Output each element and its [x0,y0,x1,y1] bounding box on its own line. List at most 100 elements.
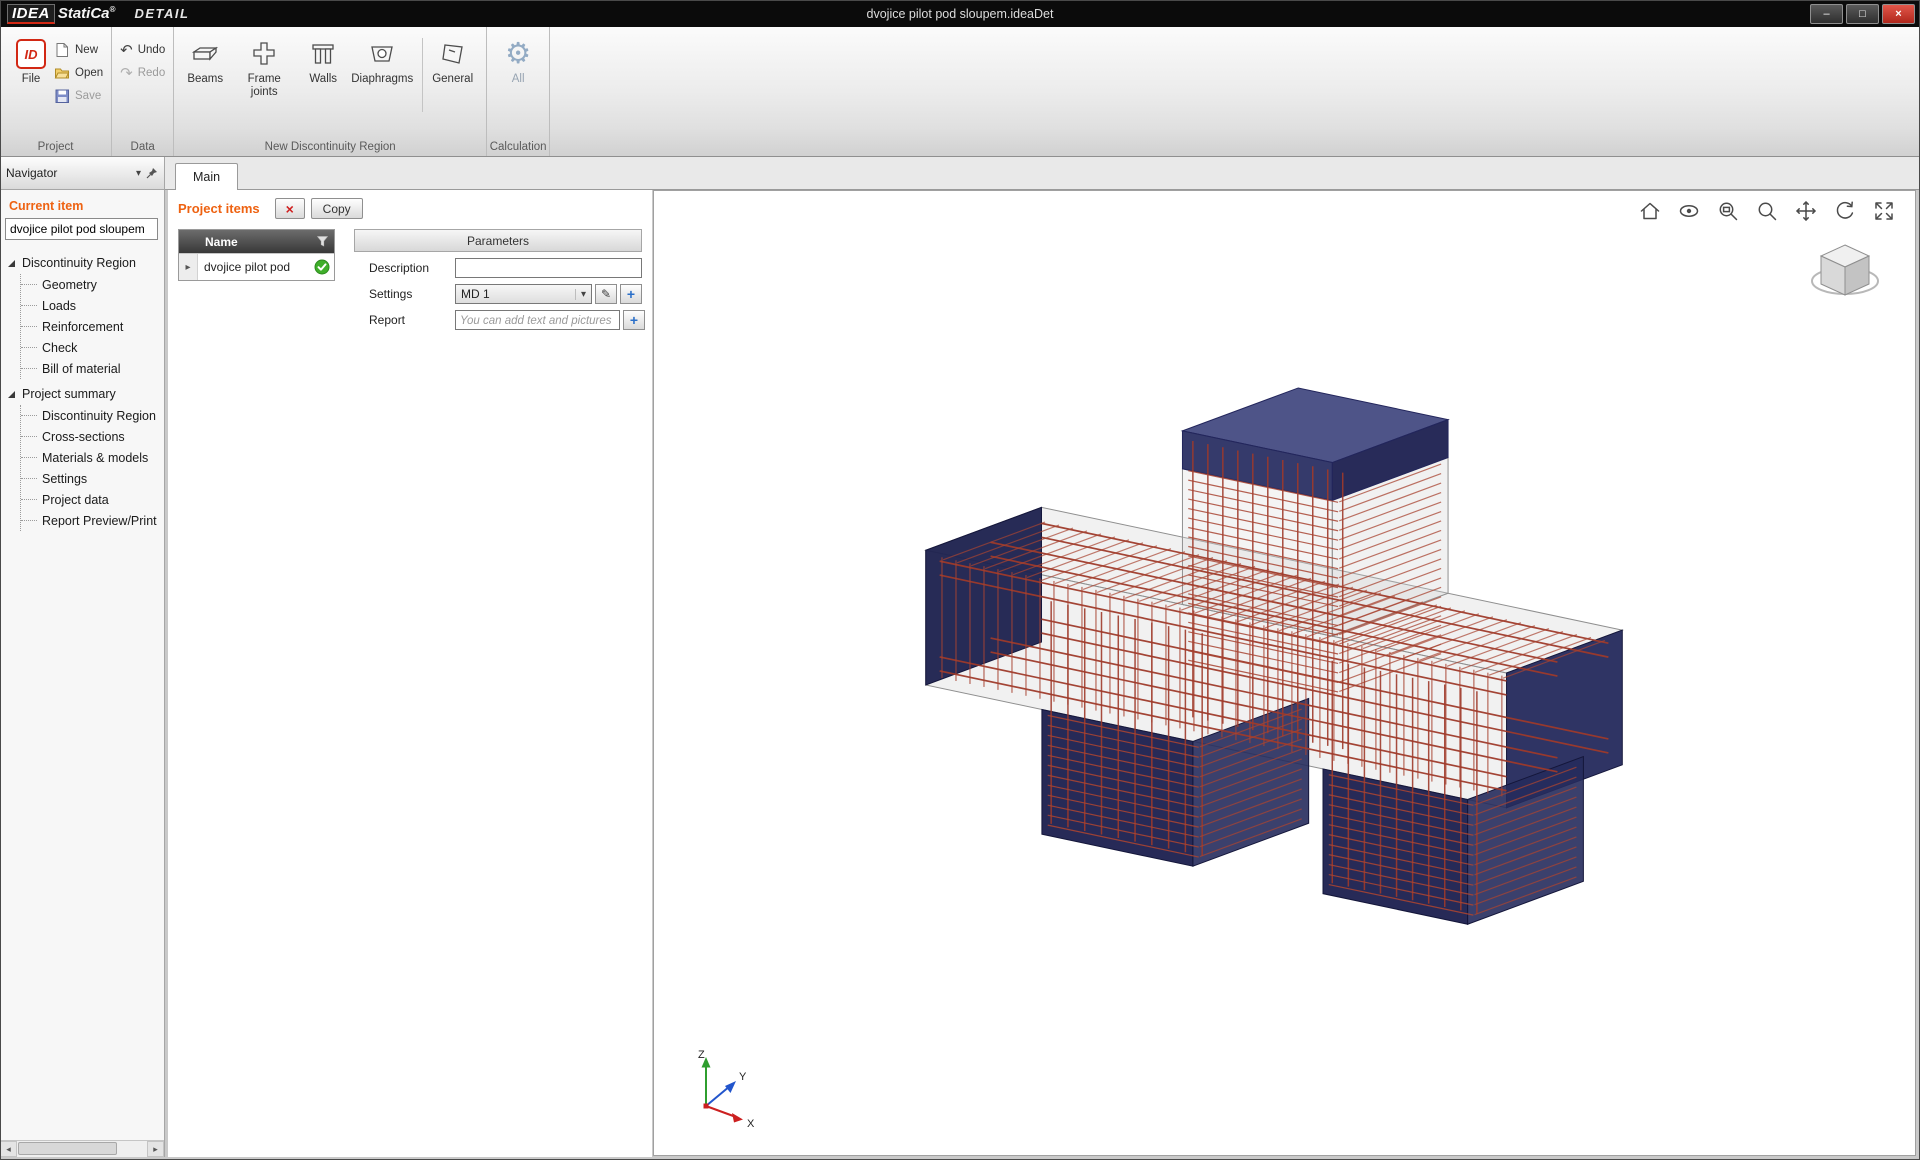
tree-node-label: Report Preview/Print [42,514,157,528]
tree-children: Geometry Loads Reinforcement Check Bill … [20,274,162,379]
settings-dropdown[interactable]: MD 1 ▾ [455,284,592,304]
axis-x-label: X [747,1118,755,1130]
description-row: Description [354,258,642,278]
general-button[interactable]: General [427,32,478,88]
tree-node-report-preview-print[interactable]: Report Preview/Print [21,510,162,531]
navigator-header: Navigator ▾ [0,157,165,190]
beams-button-label: Beams [187,73,223,86]
scroll-left-icon[interactable]: ◂ [0,1141,17,1157]
add-settings-button[interactable]: + [620,284,642,304]
tree-node-check[interactable]: Check [21,337,162,358]
frame-joints-button[interactable]: Frame joints [228,32,300,101]
delete-item-button[interactable]: × [275,198,305,219]
tree-node-loads[interactable]: Loads [21,295,162,316]
scrollbar-track[interactable] [17,1141,147,1157]
row-expander-icon[interactable]: ▸ [179,254,198,280]
group-label-new-discontinuity-region: New Discontinuity Region [174,141,486,153]
open-folder-icon [54,65,70,81]
walls-button-label: Walls [309,73,337,86]
tab-main[interactable]: Main [175,163,238,190]
copy-item-button[interactable]: Copy [311,198,363,219]
viewport-3d[interactable]: Z Y X [653,190,1916,1156]
fullscreen-button[interactable] [1871,198,1897,224]
pin-icon[interactable] [146,167,158,179]
maximize-button[interactable]: □ [1846,4,1879,24]
tree-node-label: Reinforcement [42,320,123,334]
tree-node-discontinuity-region-summary[interactable]: Discontinuity Region [21,405,162,426]
group-inner-divider [422,38,423,112]
table-header-row[interactable]: Name [179,230,334,253]
ribbon: ID File New Open Save Project ↶ Undo [0,27,1920,157]
group-label-data: Data [112,141,173,153]
tree-node-project-summary[interactable]: Project summary [8,383,162,405]
tree-node-materials-models[interactable]: Materials & models [21,447,162,468]
diaphragms-button[interactable]: Diaphragms [346,32,418,88]
zoom-window-button[interactable] [1715,198,1741,224]
save-button[interactable]: Save [54,88,103,104]
new-button[interactable]: New [54,42,103,58]
open-button[interactable]: Open [54,65,103,81]
zoom-button[interactable] [1754,198,1780,224]
rotate-arrow-icon [1833,199,1857,223]
navigation-cube-icon [1807,237,1883,309]
frame-joints-button-label: Frame joints [233,73,295,99]
general-button-label: General [432,73,473,86]
scrollbar-thumb[interactable] [18,1142,117,1155]
report-input[interactable] [455,310,620,330]
tree-node-label: Project data [42,493,109,507]
eye-icon [1677,199,1701,223]
beams-button[interactable]: Beams [182,32,228,88]
walls-button[interactable]: Walls [300,32,346,88]
expanded-icon[interactable] [8,260,15,267]
add-report-button[interactable]: + [623,310,645,330]
home-icon [1638,199,1662,223]
settings-selected-value: MD 1 [461,287,490,301]
statica-text: StatiCa [58,5,110,22]
tree-node-settings[interactable]: Settings [21,468,162,489]
pan-arrows-icon [1794,199,1818,223]
redo-button[interactable]: ↷ Redo [120,65,165,81]
navigator-horizontal-scrollbar[interactable]: ◂ ▸ [0,1140,164,1157]
expanded-icon[interactable] [8,391,15,398]
pan-button[interactable] [1793,198,1819,224]
name-column-header: Name [205,235,238,249]
file-icon-text: ID [25,47,38,62]
view-orbit-button[interactable] [1676,198,1702,224]
tree-node-label: Materials & models [42,451,148,465]
tree-node-project-data[interactable]: Project data [21,489,162,510]
parameters-panel: Parameters Description Settings MD 1 ▾ ✎… [354,229,642,330]
tree-node-label: Bill of material [42,362,121,376]
navigator-panel: Current item Discontinuity Region Geomet… [0,190,165,1157]
close-button[interactable]: × [1882,4,1915,24]
ribbon-group-project: ID File New Open Save Project [0,27,112,156]
edit-settings-button[interactable]: ✎ [595,284,617,304]
item-name-cell: dvojice pilot pod [198,260,310,274]
tree-node-bill-of-material[interactable]: Bill of material [21,358,162,379]
description-input[interactable] [455,258,642,278]
redo-button-label: Redo [138,67,166,79]
home-view-button[interactable] [1637,198,1663,224]
calculate-all-button[interactable]: ⚙ All [495,32,541,88]
filter-funnel-icon[interactable] [317,236,328,247]
tree-node-discontinuity-region[interactable]: Discontinuity Region [8,252,162,274]
report-row: Report + [354,310,642,330]
titlebar: IDEA StatiCa® DETAIL dvojice pilot pod s… [0,0,1920,27]
tree-node-reinforcement[interactable]: Reinforcement [21,316,162,337]
tree-node-label: Project summary [22,387,116,401]
table-row[interactable]: ▸ dvojice pilot pod [179,253,334,280]
undo-button[interactable]: ↶ Undo [120,42,165,58]
tree-node-cross-sections[interactable]: Cross-sections [21,426,162,447]
tree-node-label: Discontinuity Region [22,256,136,270]
walls-icon [307,39,339,69]
navigation-cube[interactable] [1807,237,1883,312]
tree-node-label: Geometry [42,278,97,292]
navigator-dropdown-icon[interactable]: ▾ [136,168,141,179]
fullscreen-expand-icon [1872,199,1896,223]
minimize-button[interactable]: – [1810,4,1843,24]
rotate-view-button[interactable] [1832,198,1858,224]
file-button[interactable]: ID File [8,32,54,88]
current-item-input[interactable] [5,218,158,240]
structural-model-3d[interactable] [654,191,1915,1155]
tree-node-geometry[interactable]: Geometry [21,274,162,295]
scroll-right-icon[interactable]: ▸ [147,1141,164,1157]
